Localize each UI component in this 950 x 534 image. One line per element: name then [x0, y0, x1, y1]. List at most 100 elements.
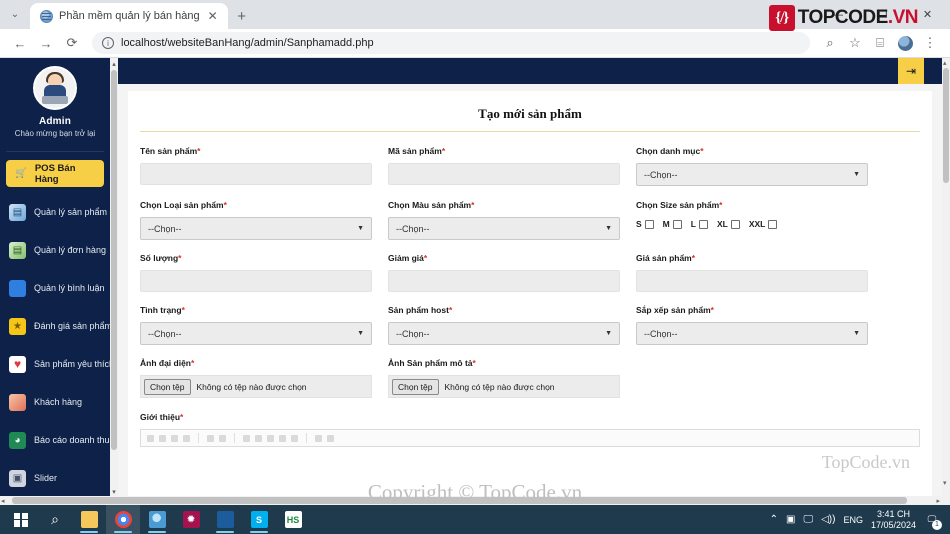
page-horizontal-scrollbar[interactable]: ◂ ▸ [0, 496, 950, 505]
taskbar-hs-app[interactable]: HS [276, 505, 310, 534]
gia-san-pham-input[interactable] [636, 270, 868, 292]
tinh-trang-select[interactable]: --Chọn-- ▼ [140, 322, 372, 345]
chrome-menu-icon[interactable]: ⋮ [918, 31, 942, 55]
editor-group-font[interactable] [207, 434, 226, 442]
field-sap-xep-san-pham: Sắp xếp sản phẩm* --Chọn-- ▼ [636, 305, 868, 345]
language-indicator[interactable]: ENG [843, 515, 863, 525]
sidebar-item-comments[interactable]: Quản lý bình luận [0, 269, 110, 307]
forward-icon[interactable]: → [34, 31, 58, 55]
taskbar-file-explorer[interactable] [72, 505, 106, 534]
file-status-text: Không có tệp nào được chọn [196, 381, 307, 392]
sidebar-item-label: Đánh giá sản phẩm [34, 321, 110, 331]
close-icon[interactable]: ✕ [206, 9, 220, 23]
richtext-editor-toolbar[interactable] [140, 429, 920, 447]
taskbar-search-button[interactable]: ⌕ [38, 505, 72, 534]
address-bar[interactable]: i localhost/websiteBanHang/admin/Sanpham… [92, 32, 810, 54]
choose-file-button[interactable]: Chọn tệp [392, 378, 439, 395]
extensions-icon[interactable]: ⌸ [868, 31, 892, 55]
size-checkbox-group: S M L XL XXL [636, 217, 868, 229]
notification-center-button[interactable]: 🖵 1 [924, 512, 942, 530]
checkbox[interactable] [672, 219, 682, 229]
size-option-xxl[interactable]: XXL [749, 219, 778, 229]
ten-san-pham-input[interactable] [140, 163, 372, 185]
size-option-m[interactable]: M [663, 219, 682, 229]
scrollbar-thumb[interactable] [12, 497, 907, 504]
chon-danh-muc-select[interactable]: --Chọn-- ▼ [636, 163, 868, 186]
checkbox[interactable] [730, 219, 740, 229]
tray-chevron-icon[interactable]: ⌃ [770, 514, 778, 525]
so-luong-input[interactable] [140, 270, 372, 292]
ma-san-pham-input[interactable] [388, 163, 620, 185]
select-value: --Chọn-- [644, 169, 678, 180]
field-anh-san-pham-mo-ta: Ảnh Sản phẩm mô tả* Chọn tệp Không có tệ… [388, 358, 620, 398]
taskbar-app-pink[interactable]: ✹ [174, 505, 208, 534]
editor-group-style[interactable] [147, 434, 190, 442]
anh-dai-dien-file-input[interactable]: Chọn tệp Không có tệp nào được chọn [140, 375, 372, 398]
size-option-s[interactable]: S [636, 219, 654, 229]
san-pham-host-select[interactable]: --Chọn-- ▼ [388, 322, 620, 345]
page-vertical-scrollbar[interactable]: ▴ ▾ [942, 58, 950, 498]
label-text: Chọn Size sản phẩm [636, 200, 720, 210]
favicon-globe-icon [40, 9, 53, 23]
start-button[interactable] [4, 505, 38, 534]
label-text: Chọn Loại sản phẩm [140, 200, 224, 210]
new-tab-button[interactable]: + [228, 3, 256, 29]
sidebar-item-slider[interactable]: ▣ Slider [0, 459, 110, 497]
scroll-down-arrow[interactable]: ▾ [943, 479, 947, 487]
bookmark-star-icon[interactable]: ☆ [843, 31, 867, 55]
sidebar-item-orders[interactable]: ▤ Quản lý đơn hàng [0, 231, 110, 269]
label-text: Ảnh đại diện [140, 358, 191, 368]
checkbox[interactable] [644, 219, 654, 229]
logout-button[interactable]: ⇥ [898, 58, 924, 84]
product-icon: ▤ [9, 203, 26, 221]
editor-group-insert[interactable] [315, 434, 334, 442]
taskbar-chrome[interactable] [106, 505, 140, 534]
scroll-right-arrow[interactable]: ▸ [936, 497, 940, 505]
scroll-up-arrow[interactable]: ▴ [110, 58, 118, 70]
sidebar-item-reviews[interactable]: ★ Đánh giá sản phẩm [0, 307, 110, 345]
profile-avatar[interactable] [893, 31, 917, 55]
back-icon[interactable]: ← [8, 31, 32, 55]
skype-icon: S [250, 511, 268, 528]
size-option-xl[interactable]: XL [717, 219, 740, 229]
camera-icon[interactable]: ▣ [786, 514, 795, 525]
taskbar-skype[interactable]: S [242, 505, 276, 534]
field-ma-san-pham: Mã sản phẩm* [388, 146, 620, 186]
taskbar-xampp[interactable] [140, 505, 174, 534]
scrollbar-thumb[interactable] [111, 70, 117, 450]
reload-icon[interactable]: ⟳ [60, 31, 84, 55]
field-gioi-thieu: Giới thiệu* [140, 412, 920, 447]
editor-group-align[interactable] [243, 434, 298, 442]
giam-gia-input[interactable] [388, 270, 620, 292]
display-icon[interactable]: 🖵 [803, 514, 813, 525]
zoom-icon[interactable]: ⌕ [818, 31, 842, 55]
sidebar-item-pos[interactable]: 🛒 POS Bán Hàng [6, 160, 104, 187]
scrollbar-thumb[interactable] [943, 68, 949, 183]
anh-san-pham-mo-ta-file-input[interactable]: Chọn tệp Không có tệp nào được chọn [388, 375, 620, 398]
checkbox[interactable] [698, 219, 708, 229]
taskbar-app-blue[interactable] [208, 505, 242, 534]
size-option-l[interactable]: L [691, 219, 708, 229]
sidebar-item-favorites[interactable]: ♥ Sản phẩm yêu thích [0, 345, 110, 383]
clock[interactable]: 3:41 CH 17/05/2024 [871, 509, 916, 530]
browser-tab[interactable]: Phần mềm quản lý bán hàng ✕ [30, 3, 228, 29]
chon-mau-san-pham-select[interactable]: --Chọn-- ▼ [388, 217, 620, 240]
volume-icon[interactable]: ◁)) [821, 514, 835, 525]
sidebar-item-customers[interactable]: Khách hàng [0, 383, 110, 421]
required-mark: * [423, 253, 428, 263]
tab-search-button[interactable]: ⌄ [0, 0, 30, 29]
scroll-left-arrow[interactable]: ◂ [1, 497, 5, 505]
sidebar-item-products[interactable]: ▤ Quản lý sản phẩm [0, 193, 110, 231]
site-info-icon[interactable]: i [102, 37, 114, 49]
checkbox[interactable] [768, 219, 778, 229]
chon-loai-san-pham-select[interactable]: --Chọn-- ▼ [140, 217, 372, 240]
sap-xep-san-pham-select[interactable]: --Chọn-- ▼ [636, 322, 868, 345]
sidebar-item-revenue[interactable]: ◕ Báo cáo doanh thu [0, 421, 110, 459]
scroll-up-arrow[interactable]: ▴ [943, 59, 947, 67]
sidebar-scrollbar[interactable]: ▴ ▾ [110, 58, 118, 498]
main-content: ⇥ Tạo mới sản phẩm Tên sản phẩm* Mã sản … [118, 58, 942, 498]
sidebar-item-label: Khách hàng [34, 397, 83, 407]
field-label: Ảnh Sản phẩm mô tả* [388, 358, 620, 368]
label-text: Số lượng [140, 253, 179, 263]
choose-file-button[interactable]: Chọn tệp [144, 378, 191, 395]
